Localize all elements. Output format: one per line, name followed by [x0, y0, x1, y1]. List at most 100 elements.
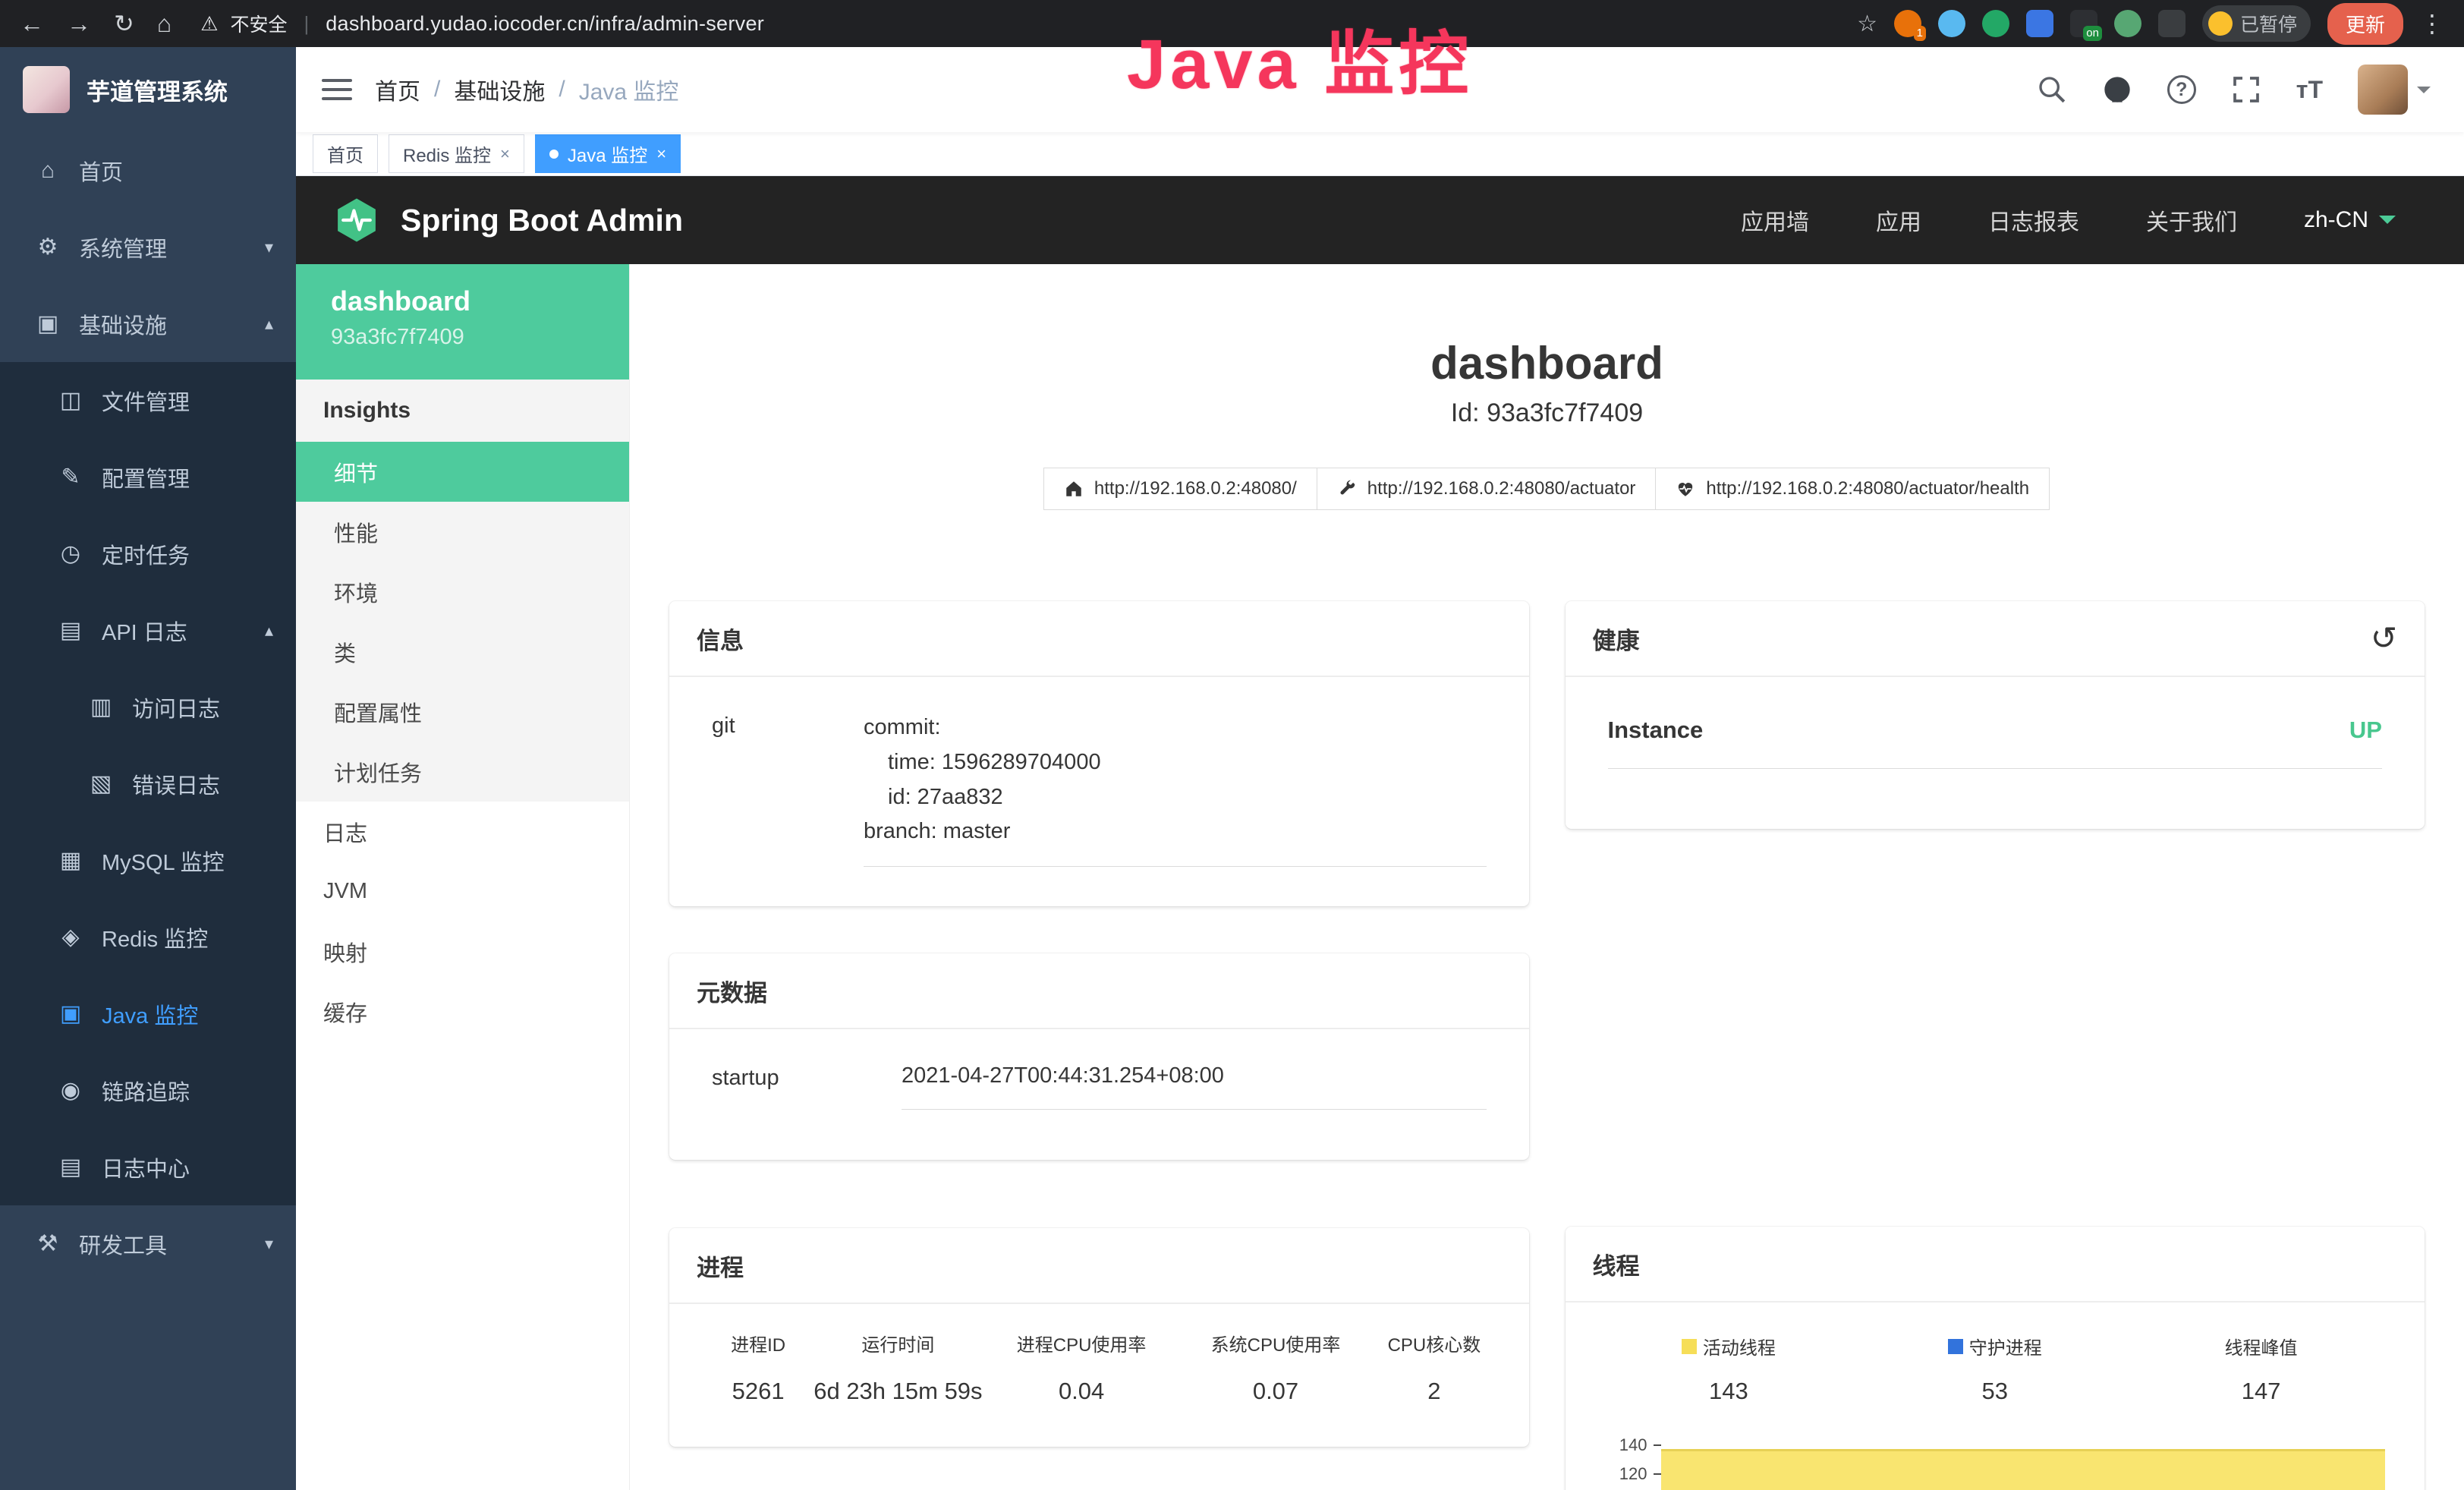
threads-legend: 活动线程 143 守护进程 53 线程峰值 147 [1596, 1333, 2395, 1405]
heart-pulse-icon [1676, 479, 1695, 499]
tab-java-monitor[interactable]: Java 监控 × [535, 134, 681, 173]
reload-icon[interactable]: ↻ [114, 11, 134, 36]
extension-leaf-icon[interactable] [2114, 10, 2141, 37]
sba-nav-journal[interactable]: 日志报表 [1988, 203, 2079, 237]
url-divider: | [304, 12, 309, 36]
profile-paused-badge[interactable]: 已暂停 [2202, 5, 2311, 42]
sidebar-item-infrastructure[interactable]: ▣ 基础设施 ▴ [0, 285, 296, 362]
threads-chart-y-axis: 140 120 100 [1596, 1431, 1661, 1490]
health-url-link[interactable]: http://192.168.0.2:48080/actuator/health [1655, 468, 2050, 510]
browser-menu-icon[interactable]: ⋮ [2420, 9, 2444, 38]
font-size-icon[interactable]: тT [2296, 76, 2323, 104]
threads-chart: 140 120 100 [1596, 1431, 2395, 1490]
screen: ← → ↻ ⌂ ⚠ 不安全 | dashboard.yudao.iocoder.… [0, 0, 2464, 1490]
sba-item-environment[interactable]: 环境 [296, 562, 629, 622]
spring-boot-admin-logo-icon[interactable] [332, 196, 381, 244]
forward-icon[interactable]: → [67, 11, 91, 36]
extension-puzzle-icon[interactable] [2158, 10, 2186, 37]
tab-redis-monitor[interactable]: Redis 监控 × [389, 134, 524, 173]
service-url-link[interactable]: http://192.168.0.2:48080/ [1043, 468, 1317, 510]
sba-nav-wall[interactable]: 应用墙 [1741, 203, 1809, 237]
monitor-icon: ▣ [32, 310, 64, 337]
page-title: dashboard [630, 337, 2464, 389]
sba-nav-about[interactable]: 关于我们 [2146, 203, 2237, 237]
sba-item-details[interactable]: 细节 [296, 442, 629, 502]
log-center-icon: ▤ [55, 1154, 87, 1180]
search-icon[interactable] [2037, 74, 2067, 105]
sba-item-scheduled-tasks[interactable]: 计划任务 [296, 742, 629, 802]
sba-item-jvm[interactable]: JVM [296, 862, 629, 921]
help-icon[interactable]: ? [2167, 75, 2196, 104]
sba-item-classes[interactable]: 类 [296, 622, 629, 682]
extension-drop-icon[interactable] [1938, 10, 1965, 37]
dashboard-icon: ⌂ [32, 158, 64, 184]
user-menu[interactable] [2358, 65, 2431, 115]
sba-item-config-props[interactable]: 配置属性 [296, 682, 629, 742]
sidebar-item-log-center[interactable]: ▤ 日志中心 [0, 1129, 296, 1205]
process-col-uptime: 运行时间 6d 23h 15m 59s [813, 1330, 982, 1405]
extension-green-circle-icon[interactable] [1982, 10, 2009, 37]
breadcrumb-infrastructure[interactable]: 基础设施 [454, 73, 545, 106]
health-row-instance[interactable]: Instance UP [1608, 717, 2383, 769]
sba-item-logs[interactable]: 日志 [296, 802, 629, 862]
tools-icon: ⚒ [32, 1230, 64, 1257]
sidebar-item-tracing[interactable]: ◉ 链路追踪 [0, 1052, 296, 1129]
sidebar-collapse-icon[interactable] [322, 79, 352, 100]
sidebar-item-home[interactable]: ⌂ 首页 [0, 132, 296, 209]
log-list-icon: ▤ [55, 617, 87, 644]
process-col-process-cpu: 进程CPU使用率 0.04 [983, 1330, 1181, 1405]
chrome-update-button[interactable]: 更新 [2327, 3, 2403, 45]
sidebar-item-api-logs[interactable]: ▤ API 日志 ▴ [0, 592, 296, 669]
chevron-down-icon: ▾ [265, 1234, 273, 1254]
sidebar-item-access-logs[interactable]: ▥ 访问日志 [0, 669, 296, 745]
history-icon[interactable]: ↺ [2371, 622, 2397, 654]
bookmark-star-icon[interactable]: ☆ [1857, 11, 1877, 37]
back-icon[interactable]: ← [20, 11, 44, 36]
sidebar-item-config-mgmt[interactable]: ✎ 配置管理 [0, 439, 296, 515]
sba-brand-title[interactable]: Spring Boot Admin [401, 203, 683, 238]
address-bar[interactable]: ⚠ 不安全 | dashboard.yudao.iocoder.cn/infra… [200, 10, 764, 37]
sidebar-item-mysql-monitor[interactable]: ▦ MySQL 监控 [0, 822, 296, 899]
sba-nav-applications[interactable]: 应用 [1876, 203, 1921, 237]
process-col-system-cpu: 系统CPU使用率 0.07 [1181, 1330, 1371, 1405]
legend-swatch-blue [1948, 1339, 1963, 1354]
sidebar-item-java-monitor[interactable]: ▣ Java 监控 [0, 975, 296, 1052]
sidebar-item-scheduled-jobs[interactable]: ◷ 定时任务 [0, 515, 296, 592]
process-table: 进程ID 5261 运行时间 6d 23h 15m 59s 进程CPU使用率 0… [703, 1330, 1496, 1405]
fullscreen-icon[interactable] [2231, 74, 2261, 105]
instance-header[interactable]: dashboard 93a3fc7f7409 [296, 264, 629, 380]
extension-switch-icon[interactable]: on [2070, 10, 2097, 37]
info-row-git: git commit: time: 1596289704000 id: 27aa… [712, 710, 1487, 867]
breadcrumb-separator: / [434, 77, 440, 102]
actuator-url-link[interactable]: http://192.168.0.2:48080/actuator [1317, 468, 1657, 510]
cards-area: 信息 git commit: time: 1596289704000 id: 2… [630, 601, 2464, 1490]
process-col-cpu-cores: CPU核心数 2 [1370, 1330, 1497, 1405]
github-icon[interactable] [2102, 74, 2132, 105]
profile-emoji-icon [2208, 11, 2233, 36]
home-icon[interactable]: ⌂ [157, 11, 172, 36]
sba-item-mappings[interactable]: 映射 [296, 921, 629, 981]
sidebar-item-file-mgmt[interactable]: ◫ 文件管理 [0, 362, 296, 439]
breadcrumb-home[interactable]: 首页 [375, 73, 420, 106]
sba-item-caches[interactable]: 缓存 [296, 981, 629, 1041]
infrastructure-submenu: ◫ 文件管理 ✎ 配置管理 ◷ 定时任务 ▤ API 日志 ▴ ▥ 访问日志 ▧ [0, 362, 296, 1205]
close-icon[interactable]: × [656, 144, 666, 164]
sidebar-item-redis-monitor[interactable]: ◈ Redis 监控 [0, 899, 296, 975]
sidebar-item-dev-tools[interactable]: ⚒ 研发工具 ▾ [0, 1205, 296, 1282]
java-monitor-icon: ▣ [55, 1000, 87, 1027]
sba-item-metrics[interactable]: 性能 [296, 502, 629, 562]
close-icon[interactable]: × [500, 144, 510, 164]
sba-locale-select[interactable]: zh-CN [2304, 207, 2396, 233]
tab-home[interactable]: 首页 [313, 134, 378, 173]
process-card-title: 进程 [669, 1228, 1529, 1304]
access-log-icon: ▥ [85, 694, 117, 720]
sba-navbar: Spring Boot Admin 应用墙 应用 日志报表 关于我们 zh-CN [296, 176, 2464, 264]
legend-peak-threads: 线程峰值 147 [2128, 1333, 2394, 1405]
sidebar-logo-row[interactable]: 芋道管理系统 [0, 47, 296, 132]
home-icon [1064, 479, 1084, 499]
sidebar-item-error-logs[interactable]: ▧ 错误日志 [0, 745, 296, 822]
extension-grid-icon[interactable] [2026, 10, 2053, 37]
extension-fox-icon[interactable]: 1 [1894, 10, 1921, 37]
info-card-title: 信息 [669, 601, 1529, 677]
sidebar-item-system-mgmt[interactable]: ⚙ 系统管理 ▾ [0, 209, 296, 285]
